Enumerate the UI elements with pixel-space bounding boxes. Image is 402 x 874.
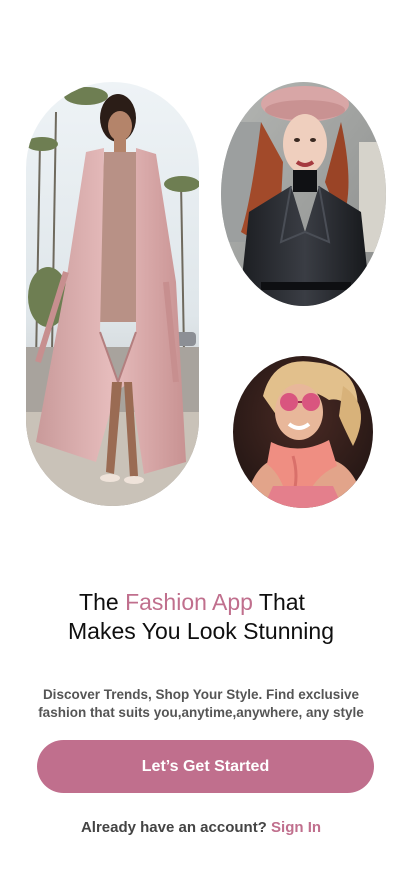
get-started-button[interactable]: Let’s Get Started <box>37 740 374 793</box>
signin-link[interactable]: Sign In <box>271 819 321 836</box>
headline: The Fashion App That Makes You Look Stun… <box>0 588 402 646</box>
signin-row: Already have an account? Sign In <box>0 819 402 836</box>
hero-photo-trench-coat <box>26 82 199 506</box>
subtitle-line-1: Discover Trends, Shop Your Style. Find e… <box>42 687 360 702</box>
headline-line-2: Makes You Look Stunning <box>68 618 334 644</box>
hero-photo-leather-coat <box>221 82 386 306</box>
headline-prefix: The <box>79 589 126 615</box>
headline-suffix: That <box>252 589 305 615</box>
subtitle-line-2: fashion that suits you,anytime,anywhere,… <box>38 705 364 720</box>
hero-photo-pink-scarf <box>233 356 373 508</box>
headline-line-1: The Fashion App That <box>0 588 402 617</box>
signin-prompt: Already have an account? <box>80 819 272 836</box>
subtitle: Discover Trends, Shop Your Style. Find e… <box>0 686 402 722</box>
headline-accent: Fashion App <box>125 589 253 615</box>
